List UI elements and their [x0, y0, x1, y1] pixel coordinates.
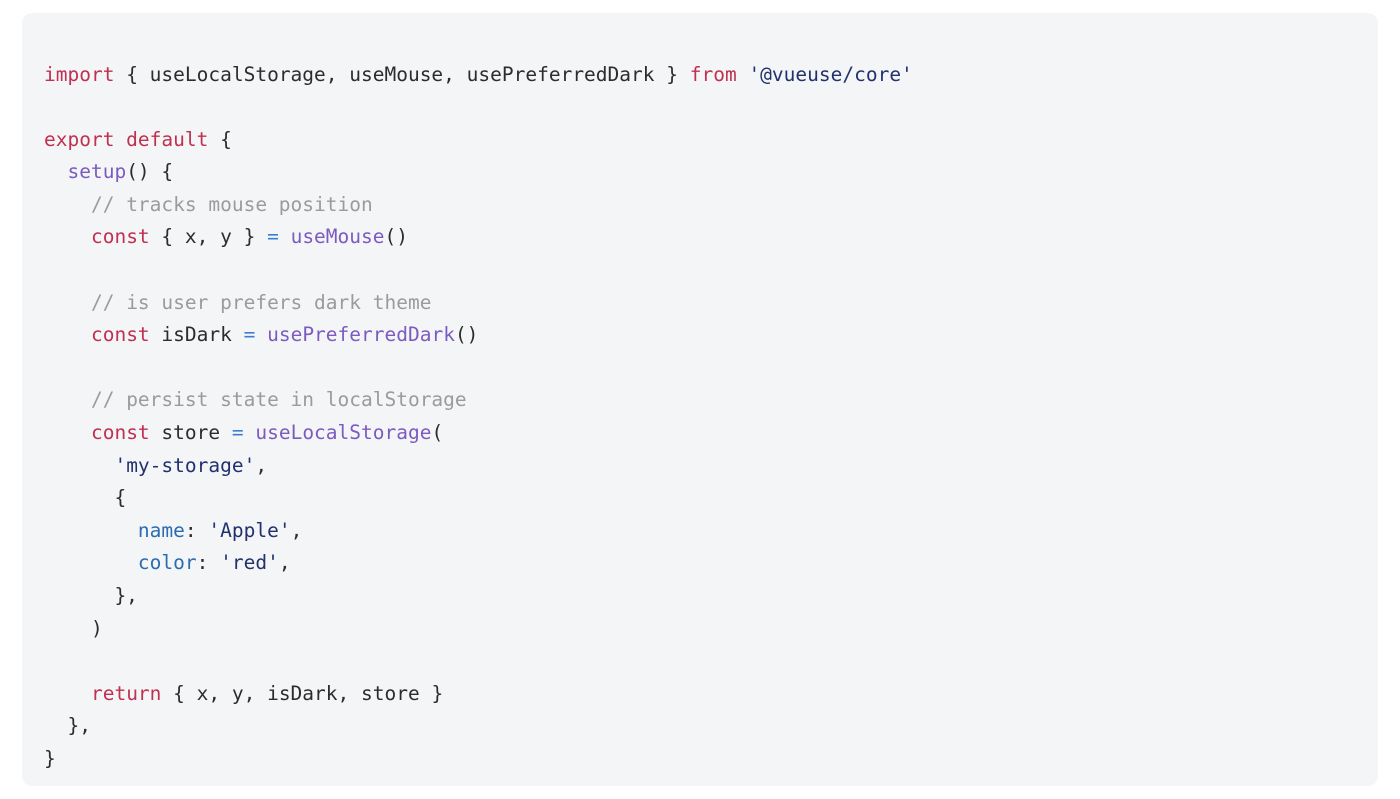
code-token-plain: store — [149, 421, 232, 445]
page-root: import { useLocalStorage, useMouse, useP… — [0, 0, 1400, 799]
code-token-plain: }, — [44, 584, 138, 607]
code-token-plain: : — [196, 551, 221, 575]
code-token-operator: = — [231, 421, 244, 445]
code-line: color: 'red', — [44, 547, 1378, 580]
code-token-operator: = — [267, 225, 279, 249]
code-line: name: 'Apple', — [44, 515, 1378, 548]
code-line: setup() { — [44, 156, 1378, 189]
code-token-string: 'Apple' — [208, 518, 291, 542]
code-token-plain: isDark — [149, 323, 244, 347]
code-token-plain: , — [290, 518, 303, 542]
code-token-keyword: const — [90, 323, 150, 347]
code-token-plain: () — [384, 225, 408, 249]
code-line: import { useLocalStorage, useMouse, useP… — [44, 59, 1378, 92]
code-token-string: '@vueuse/core' — [748, 62, 913, 86]
code-line: // tracks mouse position — [44, 189, 1378, 222]
code-token-plain: () { — [126, 160, 174, 184]
code-token-keyword: from — [689, 62, 737, 86]
code-token-plain: , — [255, 453, 268, 477]
code-token-plain: { — [208, 127, 232, 151]
code-line: const isDark = usePreferredDark() — [44, 319, 1378, 352]
code-token-keyword: export default — [44, 127, 209, 151]
code-token-plain: } — [44, 746, 56, 770]
code-line: // is user prefers dark theme — [44, 287, 1378, 320]
code-token-plain: , — [278, 551, 291, 575]
code-token-plain: }, — [44, 714, 91, 738]
code-line: const store = useLocalStorage( — [44, 417, 1378, 450]
code-block-panel: import { useLocalStorage, useMouse, useP… — [22, 13, 1378, 786]
code-token-comment: // is user prefers dark theme — [90, 290, 432, 314]
code-token-keyword: const — [90, 421, 150, 445]
code-token-keyword: return — [90, 681, 162, 705]
code-line: { — [44, 482, 1378, 515]
code-token-plain: { useLocalStorage, useMouse, usePreferre… — [114, 62, 690, 86]
code-token-string: 'my-storage' — [114, 453, 256, 477]
code-line: }, — [44, 710, 1378, 743]
code-token-string: 'red' — [220, 551, 279, 575]
code-line: return { x, y, isDark, store } — [44, 678, 1378, 711]
code-token-plain: { x, y } — [149, 225, 268, 249]
code-line: export default { — [44, 124, 1378, 157]
code-token-property_key: name — [137, 518, 185, 542]
code-token-function: useLocalStorage — [255, 421, 432, 445]
code-token-function: usePreferredDark — [267, 323, 455, 347]
code-content[interactable]: import { useLocalStorage, useMouse, useP… — [22, 59, 1378, 776]
code-token-plain: : — [184, 518, 209, 542]
code-token-keyword: const — [90, 225, 150, 249]
code-token-plain: ( — [431, 421, 444, 445]
code-line: }, — [44, 580, 1378, 613]
code-line: const { x, y } = useMouse() — [44, 221, 1378, 254]
code-token-comment: // persist state in localStorage — [90, 388, 467, 412]
code-line: } — [44, 743, 1378, 776]
code-token-plain: { — [44, 486, 127, 510]
code-line: // persist state in localStorage — [44, 384, 1378, 417]
code-line: 'my-storage', — [44, 450, 1378, 483]
code-token-function: useMouse — [290, 225, 385, 249]
code-token-plain: () — [454, 323, 479, 347]
code-token-operator: = — [243, 323, 256, 347]
code-token-plain: { x, y, isDark, store } — [161, 681, 444, 705]
code-line: ) — [44, 613, 1378, 646]
code-token-function: setup — [67, 160, 127, 184]
code-token-comment: // tracks mouse position — [90, 192, 373, 216]
code-token-keyword: import — [44, 62, 115, 86]
code-token-plain: ) — [44, 616, 103, 640]
code-token-property_key: color — [137, 551, 197, 575]
